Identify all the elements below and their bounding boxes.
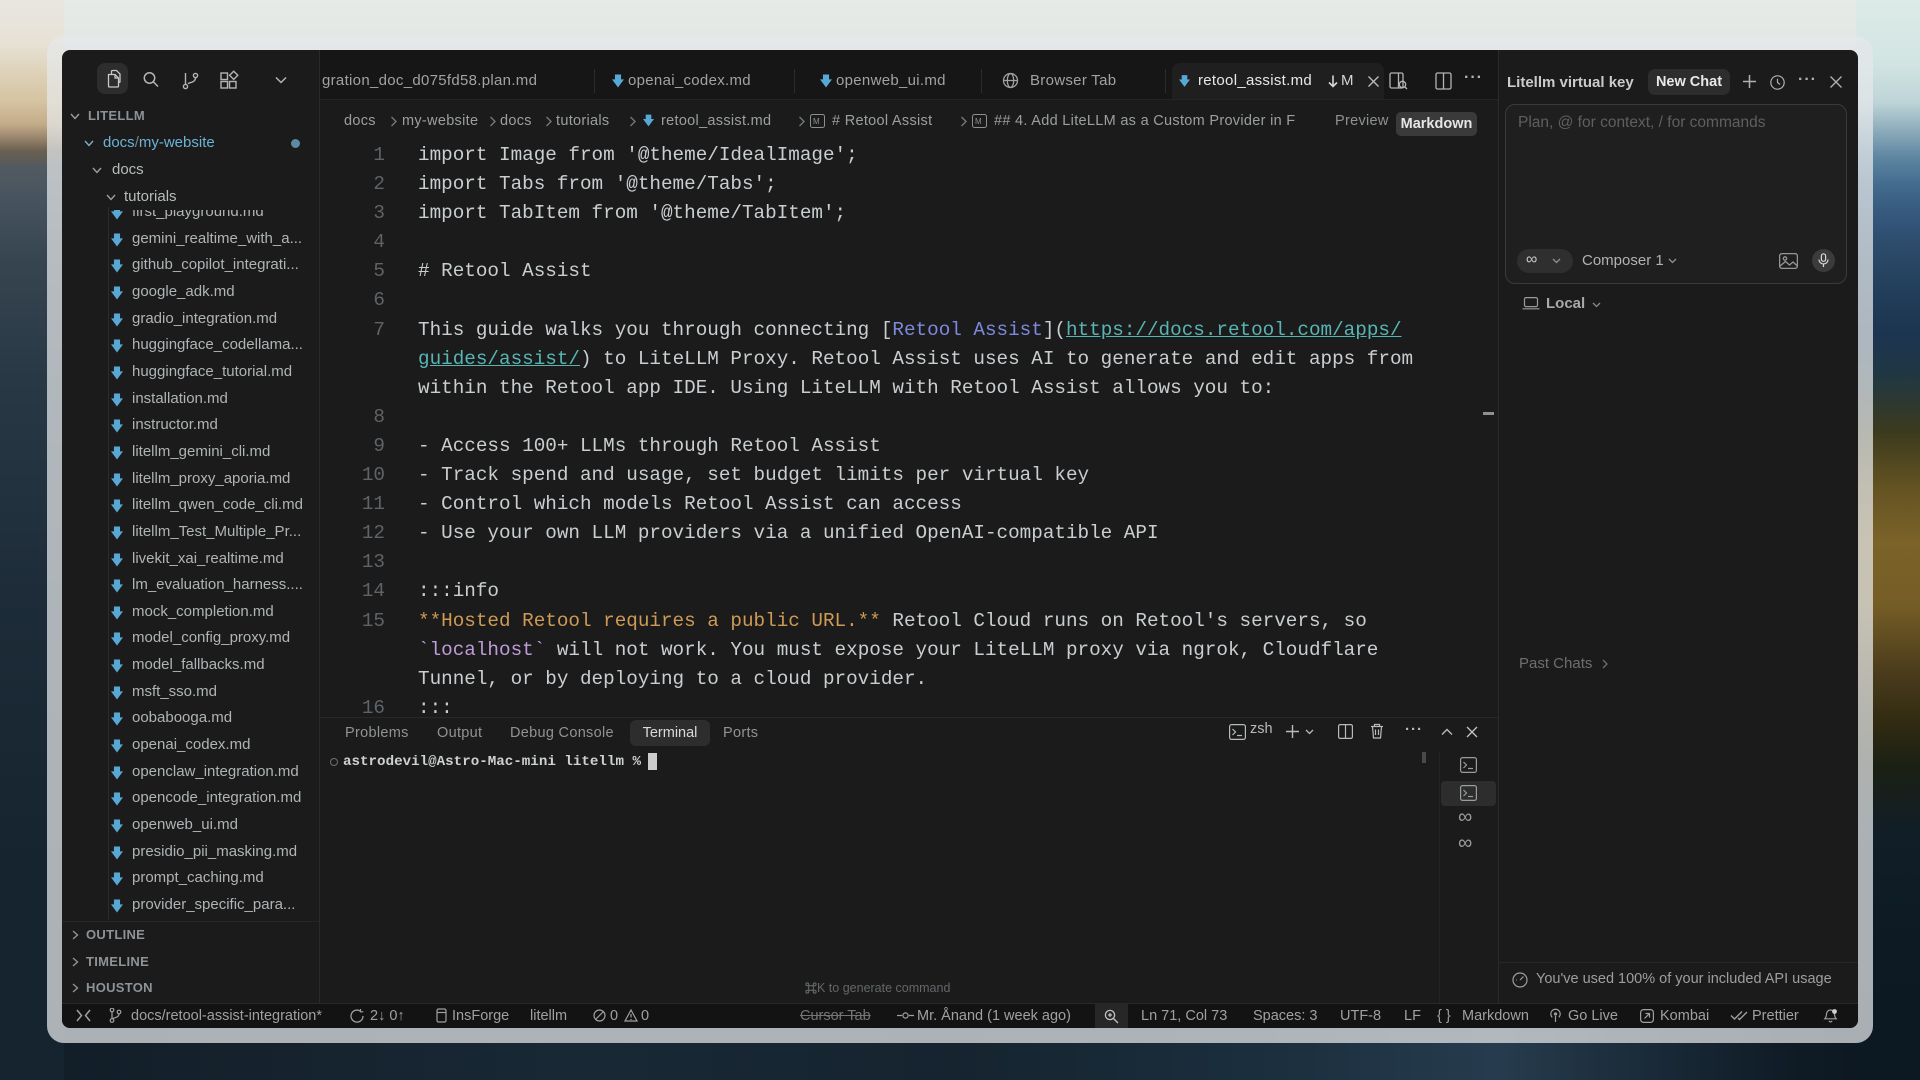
- svg-text:M: M: [975, 117, 982, 126]
- svg-text:M: M: [813, 117, 820, 126]
